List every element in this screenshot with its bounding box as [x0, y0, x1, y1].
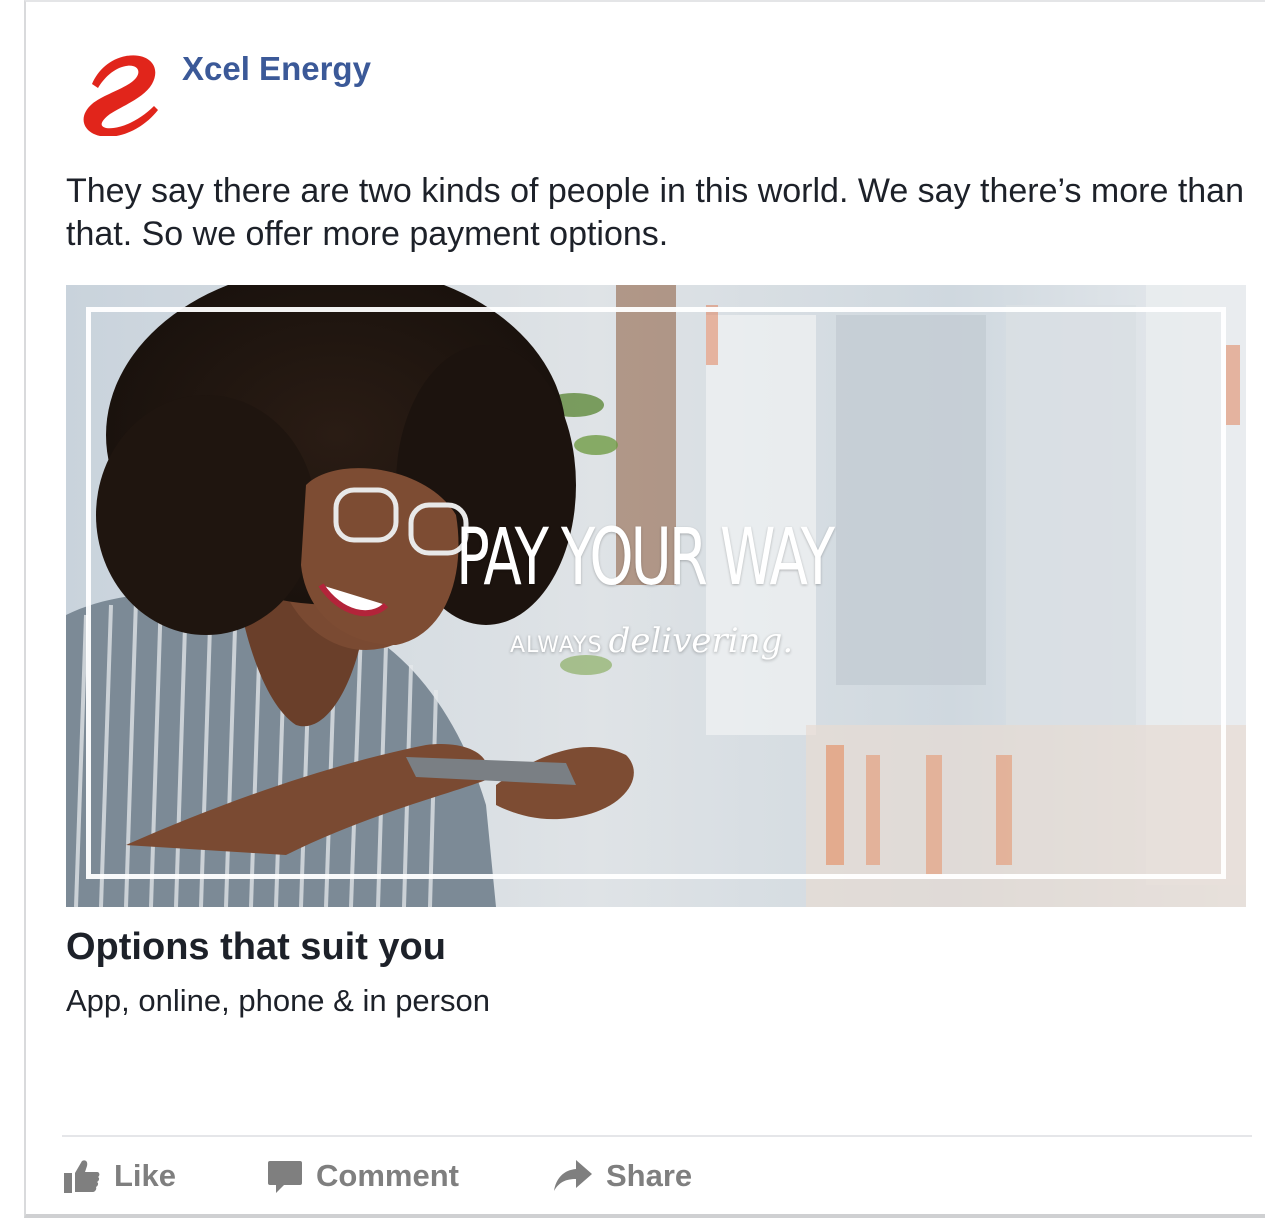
share-arrow-icon [554, 1160, 592, 1192]
xcel-logo-icon[interactable] [70, 50, 162, 137]
comment-button[interactable]: Comment [268, 1154, 459, 1198]
comment-icon [268, 1159, 302, 1193]
link-title[interactable]: Options that suit you [66, 926, 446, 969]
like-button[interactable]: Like [64, 1154, 176, 1198]
link-description: App, online, phone & in person [66, 983, 490, 1018]
share-label: Share [606, 1158, 693, 1193]
post-text: They say there are two kinds of people i… [66, 172, 1244, 253]
thumbs-up-icon [64, 1159, 100, 1193]
tagline-delivering: delivering. [608, 621, 794, 661]
hero-image[interactable]: PAY YOUR WAY ALWAYS delivering. [66, 285, 1246, 907]
like-label: Like [114, 1158, 177, 1193]
tagline-always: ALWAYS [510, 633, 603, 658]
comment-label: Comment [316, 1158, 459, 1193]
share-button[interactable]: Share [554, 1154, 692, 1198]
hero-tagline: ALWAYS delivering. [510, 621, 793, 661]
hero-title: PAY YOUR WAY [456, 513, 835, 603]
divider [62, 1135, 1252, 1137]
page-name-link[interactable]: Xcel Energy [182, 50, 371, 88]
post-card: Xcel Energy They say there are two kinds… [24, 0, 1265, 1218]
